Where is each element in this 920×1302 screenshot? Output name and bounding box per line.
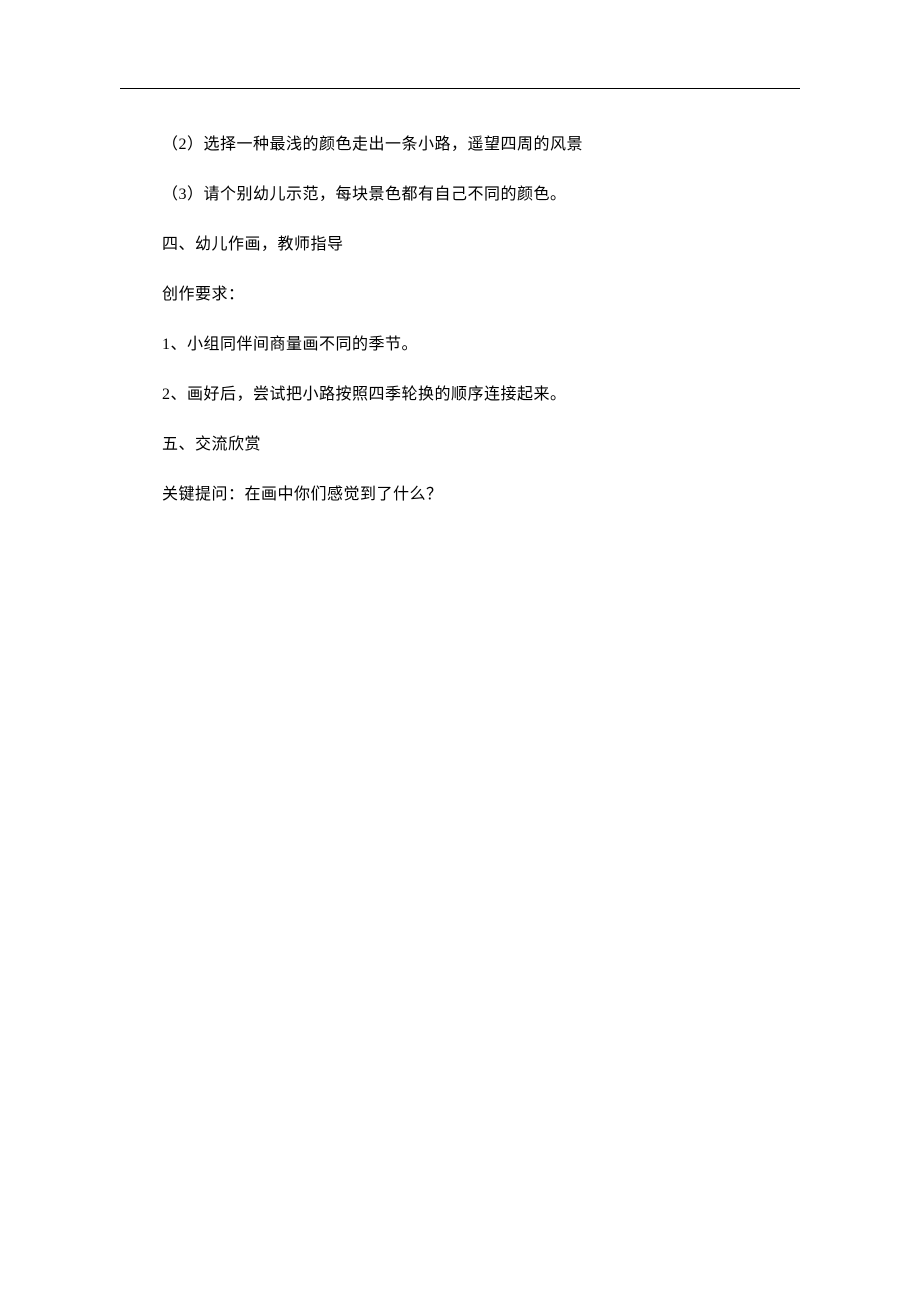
paragraph-requirements-label: 创作要求： bbox=[120, 283, 800, 307]
paragraph-item-2: （2）选择一种最浅的颜色走出一条小路，遥望四周的风景 bbox=[120, 133, 800, 157]
paragraph-requirement-1: 1、小组同伴间商量画不同的季节。 bbox=[120, 333, 800, 357]
header-divider bbox=[120, 88, 800, 89]
paragraph-item-3: （3）请个别幼儿示范，每块景色都有自己不同的颜色。 bbox=[120, 183, 800, 207]
document-page: （2）选择一种最浅的颜色走出一条小路，遥望四周的风景 （3）请个别幼儿示范，每块… bbox=[0, 0, 920, 507]
section-heading-4: 四、幼儿作画，教师指导 bbox=[120, 233, 800, 257]
paragraph-key-question: 关键提问：在画中你们感觉到了什么？ bbox=[120, 483, 800, 507]
section-heading-5: 五、交流欣赏 bbox=[120, 433, 800, 457]
paragraph-requirement-2: 2、画好后，尝试把小路按照四季轮换的顺序连接起来。 bbox=[120, 383, 800, 407]
